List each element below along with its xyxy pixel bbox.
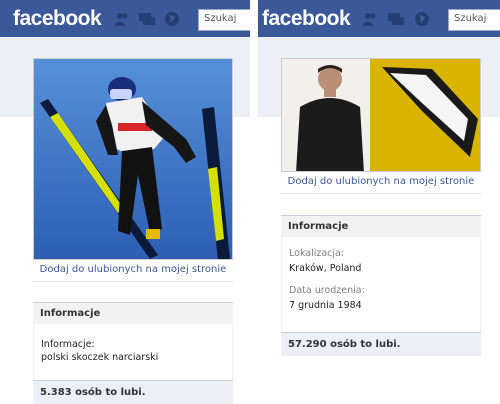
top-bar: facebook Szukaj xyxy=(0,0,250,37)
info-box-body: Lokalizacja: Kraków, Poland Data urodzen… xyxy=(281,237,481,331)
right-page-panel: facebook Szukaj Dodaj do ulubionych na m… xyxy=(258,0,500,404)
man-portrait-photo xyxy=(282,59,480,171)
ski-jumper-photo xyxy=(34,59,232,259)
info-box-body: Informacje: polski skoczek narciarski xyxy=(33,324,233,380)
profile-photo[interactable] xyxy=(281,58,481,172)
birthdate-label: Data urodzenia: xyxy=(289,285,365,296)
facebook-logo[interactable]: facebook xyxy=(13,7,102,31)
info-value: polski skoczek narciarski xyxy=(41,352,159,363)
location-label: Lokalizacja: xyxy=(289,248,345,259)
likes-count[interactable]: 57.290 osób to lubi. xyxy=(281,332,481,356)
globe-icon[interactable] xyxy=(164,12,180,26)
profile-photo[interactable] xyxy=(33,58,233,260)
messages-icon[interactable] xyxy=(388,12,404,26)
likes-count[interactable]: 5.383 osób to lubi. xyxy=(33,380,233,404)
info-box-title: Informacje xyxy=(281,215,481,237)
add-to-favorites-link[interactable]: Dodaj do ulubionych na mojej stronie xyxy=(33,264,233,275)
messages-icon[interactable] xyxy=(139,12,155,26)
facebook-logo[interactable]: facebook xyxy=(262,7,351,31)
top-bar: facebook Szukaj xyxy=(258,0,500,37)
divider xyxy=(281,193,481,194)
location-value: Kraków, Poland xyxy=(289,263,362,274)
friends-icon[interactable] xyxy=(114,12,130,26)
add-to-favorites-link[interactable]: Dodaj do ulubionych na mojej stronie xyxy=(281,176,481,187)
friends-icon[interactable] xyxy=(362,12,378,26)
info-box-title: Informacje xyxy=(33,302,233,324)
left-page-panel: facebook Szukaj Dodaj do ulubionych na m… xyxy=(0,0,250,404)
info-label: Informacje: xyxy=(41,339,95,350)
divider xyxy=(33,281,233,282)
birthdate-value: 7 grudnia 1984 xyxy=(289,300,362,311)
globe-icon[interactable] xyxy=(414,12,430,26)
search-input[interactable]: Szukaj xyxy=(198,9,250,31)
search-input[interactable]: Szukaj xyxy=(448,9,500,31)
